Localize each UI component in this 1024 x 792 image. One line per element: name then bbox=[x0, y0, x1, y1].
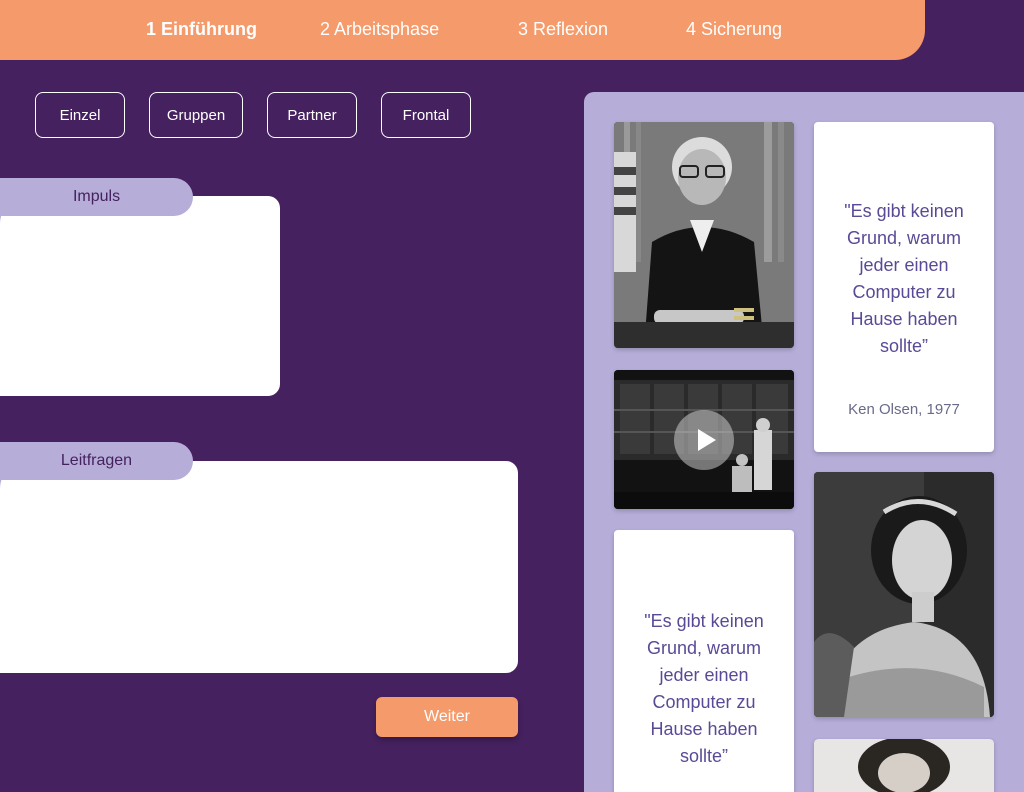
leitfragen-panel bbox=[0, 461, 518, 673]
step-arbeitsphase[interactable]: 2 Arbeitsphase bbox=[320, 19, 439, 40]
step-sicherung[interactable]: 4 Sicherung bbox=[686, 19, 782, 40]
media-gallery: "Es gibt keinen Grund, warum jeder einen… bbox=[584, 92, 1024, 792]
quote-text: "Es gibt keinen Grund, warum jeder einen… bbox=[644, 611, 764, 766]
mode-button-partner[interactable]: Partner bbox=[267, 92, 357, 138]
step-navigation: 1 Einführung 2 Arbeitsphase 3 Reflexion … bbox=[0, 0, 925, 60]
portrait-photo-officer[interactable] bbox=[614, 122, 794, 348]
weiter-button[interactable]: Weiter bbox=[376, 697, 518, 737]
portrait-photo-lady[interactable] bbox=[814, 472, 994, 717]
step-reflexion[interactable]: 3 Reflexion bbox=[518, 19, 608, 40]
portrait-lady-image bbox=[814, 472, 994, 717]
mode-button-gruppen[interactable]: Gruppen bbox=[149, 92, 243, 138]
impuls-label: Impuls bbox=[0, 178, 193, 216]
leitfragen-label: Leitfragen bbox=[0, 442, 193, 480]
quote-card: "Es gibt keinen Grund, warum jeder einen… bbox=[814, 122, 994, 452]
mode-button-einzel[interactable]: Einzel bbox=[35, 92, 125, 138]
portrait-partial-image bbox=[814, 739, 994, 792]
mode-button-frontal[interactable]: Frontal bbox=[381, 92, 471, 138]
quote-author: Ken Olsen, 1977 bbox=[848, 401, 960, 418]
step-einfuehrung[interactable]: 1 Einführung bbox=[146, 19, 257, 40]
quote-text: "Es gibt keinen Grund, warum jeder einen… bbox=[844, 201, 964, 356]
portrait-officer-image bbox=[614, 122, 794, 348]
portrait-photo-partial[interactable] bbox=[814, 739, 994, 792]
impuls-panel bbox=[0, 196, 280, 396]
quote-card: "Es gibt keinen Grund, warum jeder einen… bbox=[614, 530, 794, 792]
video-card[interactable] bbox=[614, 370, 794, 509]
play-icon[interactable] bbox=[674, 410, 734, 470]
